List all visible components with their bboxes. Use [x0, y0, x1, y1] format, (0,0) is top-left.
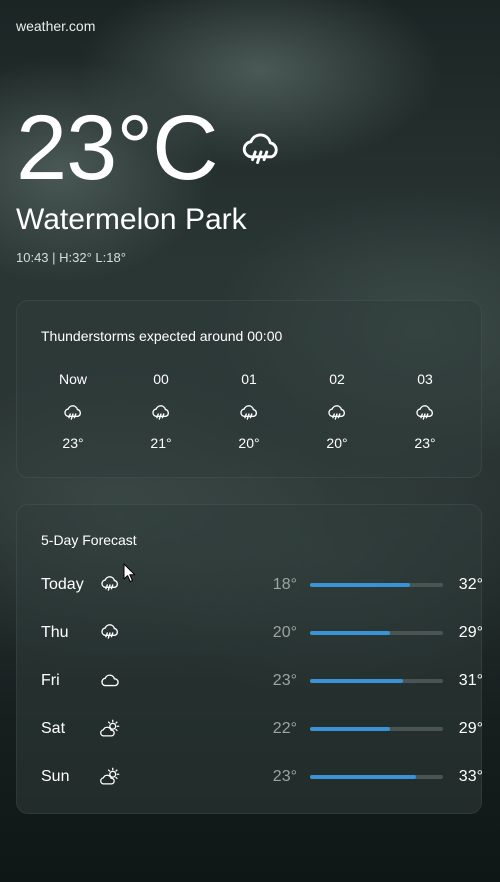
low-temp: 20°	[272, 624, 297, 641]
forecast-row-sun: Sun 23° 33°	[41, 762, 483, 792]
temp-range-fill	[310, 775, 417, 779]
rain-cloud-icon	[99, 574, 121, 596]
high-temp: 33°	[458, 768, 483, 785]
low-temp: 23°	[272, 672, 297, 689]
day-name: Sat	[41, 720, 66, 737]
partly-sunny-icon	[99, 766, 121, 788]
hour-temp: 20°	[326, 435, 348, 451]
hour-item: 03 23°	[381, 371, 469, 451]
day-name: Fri	[41, 672, 60, 689]
day-name: Today	[41, 576, 84, 593]
temp-range-bar	[310, 583, 443, 587]
temp-range-bar	[310, 631, 443, 635]
forecast-row-sat: Sat 22° 29°	[41, 714, 483, 744]
hour-item: 02 20°	[293, 371, 381, 451]
hour-label: 01	[241, 371, 257, 387]
cloud-icon	[99, 670, 121, 692]
hour-label: 03	[417, 371, 433, 387]
current-temp-row: 23°C	[16, 98, 284, 198]
hour-item: Now 23°	[29, 371, 117, 451]
temp-range-bar	[310, 775, 443, 779]
high-temp: 31°	[458, 672, 483, 689]
hour-temp: 20°	[238, 435, 260, 451]
five-day-forecast-title: 5-Day Forecast	[41, 532, 137, 548]
temp-range-bar	[310, 727, 443, 731]
day-name: Sun	[41, 768, 70, 785]
low-temp: 22°	[272, 720, 297, 737]
five-day-forecast-card: 5-Day Forecast Today 18° 32° Thu 20° 29°…	[16, 504, 483, 814]
current-conditions: 23°C Watermelon Park 10:43 | H:32° L:18°	[16, 98, 284, 265]
low-temp: 23°	[272, 768, 297, 785]
hour-label: Now	[58, 371, 87, 387]
site-name[interactable]: weather.com	[16, 18, 95, 34]
temp-range-fill	[310, 631, 390, 635]
hourly-forecast-title: Thunderstorms expected around 00:00	[41, 328, 283, 344]
hour-label: 02	[329, 371, 345, 387]
high-temp: 29°	[458, 624, 483, 641]
rain-cloud-icon	[238, 403, 260, 425]
temp-range-fill	[310, 679, 404, 683]
day-name: Thu	[41, 624, 69, 641]
rain-cloud-icon	[238, 129, 284, 175]
forecast-row-today: Today 18° 32°	[41, 570, 483, 600]
time-high-low: 10:43 | H:32° L:18°	[16, 250, 126, 265]
partly-sunny-icon	[99, 718, 121, 740]
hour-item: 01 20°	[205, 371, 293, 451]
hour-temp: 23°	[62, 435, 84, 451]
hour-item: 00 21°	[117, 371, 205, 451]
hourly-forecast-card: Thunderstorms expected around 00:00 Now …	[16, 300, 482, 478]
rain-cloud-icon	[150, 403, 172, 425]
low-temp: 18°	[272, 576, 297, 593]
mouse-cursor-icon	[123, 563, 136, 583]
high-temp: 29°	[458, 720, 483, 737]
temp-range-fill	[310, 583, 410, 587]
hourly-list: Now 23° 00 21° 01 20° 02 20° 03 23°	[29, 371, 469, 451]
temp-range-bar	[310, 679, 443, 683]
hour-temp: 21°	[150, 435, 172, 451]
rain-cloud-icon	[62, 403, 84, 425]
temp-range-fill	[310, 727, 390, 731]
forecast-row-fri: Fri 23° 31°	[41, 666, 483, 696]
rain-cloud-icon	[326, 403, 348, 425]
rain-cloud-icon	[414, 403, 436, 425]
hour-temp: 23°	[414, 435, 436, 451]
rain-cloud-icon	[99, 622, 121, 644]
high-temp: 32°	[458, 576, 483, 593]
hour-label: 00	[153, 371, 169, 387]
forecast-row-thu: Thu 20° 29°	[41, 618, 483, 648]
location-name: Watermelon Park	[16, 203, 247, 236]
current-temperature: 23°C	[16, 97, 219, 199]
